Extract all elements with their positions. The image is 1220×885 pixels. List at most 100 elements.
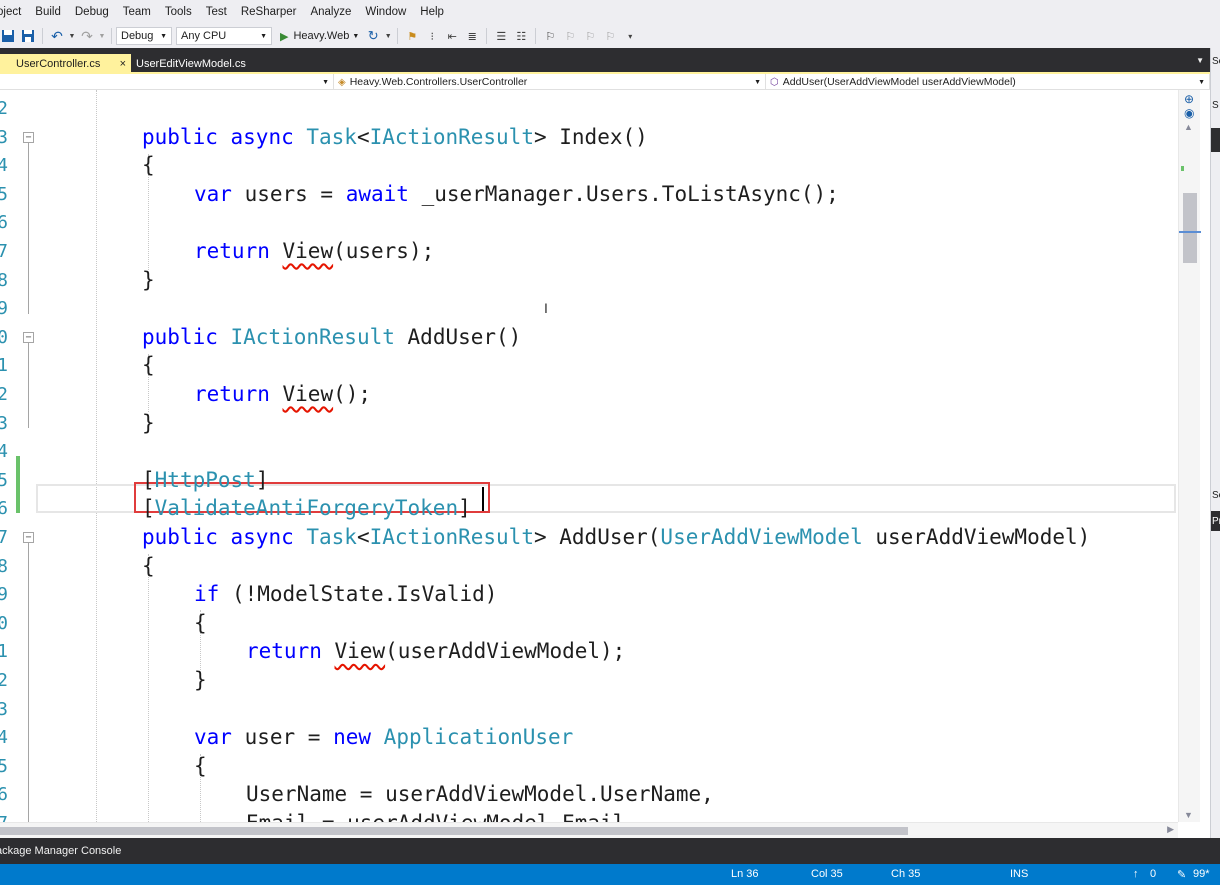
platform-select[interactable]: Any CPU ▼ bbox=[176, 27, 272, 45]
uncomment-icon[interactable]: ☷ bbox=[513, 28, 529, 44]
solution-explorer-label[interactable]: Se bbox=[1212, 56, 1220, 67]
comment-icon[interactable]: ☰ bbox=[493, 28, 509, 44]
code-line[interactable]: 5 var users = await _userManager.Users.To… bbox=[0, 180, 1178, 209]
redo-dropdown-icon[interactable]: ▼ bbox=[99, 28, 106, 44]
code-line[interactable]: 6 [ValidateAntiForgeryToken] bbox=[0, 494, 1178, 523]
menu-item-help[interactable]: Help bbox=[413, 0, 451, 24]
code-line[interactable]: 3 bbox=[0, 695, 1178, 724]
pencil-icon[interactable]: ✎ bbox=[1177, 868, 1186, 881]
pending-count[interactable]: 0 bbox=[1150, 868, 1156, 880]
format-icon[interactable]: ⁝ bbox=[424, 28, 440, 44]
properties-tab-label[interactable]: Pr bbox=[1212, 516, 1220, 527]
member-select[interactable]: ⬡ AddUser(UserAddViewModel userAddViewMo… bbox=[766, 74, 1210, 90]
code-line[interactable]: 7 Email = userAddViewModel.Email, bbox=[0, 809, 1178, 822]
code-token: UserName = userAddViewModel.UserName, bbox=[246, 782, 714, 807]
prev-bookmark-icon[interactable]: ⚐ bbox=[562, 28, 578, 44]
refresh-dropdown-icon[interactable]: ▼ bbox=[385, 28, 392, 44]
start-debugging-button[interactable]: ▶ Heavy.Web ▼ bbox=[276, 30, 363, 43]
code-line[interactable]: 8} bbox=[0, 266, 1178, 295]
properties-label[interactable]: Se bbox=[1212, 490, 1220, 501]
next-bookmark-icon[interactable]: ⚐ bbox=[582, 28, 598, 44]
code-line[interactable]: 7 − public async Task<IActionResult> AddUs… bbox=[0, 523, 1178, 552]
code-text: if (!ModelState.IsValid) bbox=[194, 580, 497, 609]
code-line[interactable]: 6 UserName = userAddViewModel.UserName, bbox=[0, 780, 1178, 809]
code-line[interactable]: 9 if (!ModelState.IsValid) bbox=[0, 580, 1178, 609]
code-line[interactable]: 5 [HttpPost] bbox=[0, 466, 1178, 495]
scroll-up-icon[interactable]: ▲ bbox=[1184, 122, 1193, 132]
horizontal-scrollbar[interactable]: ▶ bbox=[0, 822, 1178, 838]
menu-item-resharper[interactable]: ReSharper bbox=[234, 0, 304, 24]
menu-item-window[interactable]: Window bbox=[358, 0, 413, 24]
menu-item-tools[interactable]: Tools bbox=[158, 0, 199, 24]
menu-item-test[interactable]: Test bbox=[199, 0, 234, 24]
collapse-icon[interactable]: − bbox=[23, 331, 34, 343]
code-line[interactable]: 9 bbox=[0, 294, 1178, 323]
tab-list-dropdown-icon[interactable]: ▼ bbox=[1196, 56, 1204, 65]
menu-item-debug[interactable]: Debug bbox=[68, 0, 116, 24]
align-icon[interactable]: ⇤ bbox=[444, 28, 460, 44]
scroll-right-icon[interactable]: ▶ bbox=[1167, 824, 1174, 835]
run-target-label: Heavy.Web bbox=[293, 30, 350, 42]
code-editor[interactable]: I 2 3− public async Task<IActionResult> In… bbox=[0, 90, 1178, 822]
scrollbar-thumb[interactable] bbox=[1183, 193, 1197, 263]
vertical-scrollbar[interactable]: ⊕ ◉ ▲ ▼ bbox=[1178, 90, 1201, 822]
save-icon[interactable] bbox=[20, 28, 36, 44]
code-line[interactable]: 4{ bbox=[0, 151, 1178, 180]
configuration-select[interactable]: Debug ▼ bbox=[116, 27, 172, 45]
menu-item-project[interactable]: oject bbox=[0, 0, 28, 24]
redo-icon[interactable]: ↷ bbox=[79, 28, 95, 44]
toolbar-overflow-icon[interactable]: ▾ bbox=[622, 28, 638, 44]
find-icon[interactable]: ⚑ bbox=[404, 28, 420, 44]
scroll-down-icon[interactable]: ▼ bbox=[1184, 810, 1193, 820]
insert-mode[interactable]: INS bbox=[1010, 868, 1028, 880]
line-number: 4 bbox=[0, 155, 8, 177]
line-number: 3 bbox=[0, 698, 8, 720]
code-line[interactable]: 2 bbox=[0, 94, 1178, 123]
code-line[interactable]: 4 bbox=[0, 437, 1178, 466]
close-icon[interactable]: × bbox=[120, 58, 126, 70]
tab-user-controller[interactable]: UserController.cs × bbox=[0, 54, 131, 74]
publish-up-icon[interactable]: ↑ bbox=[1133, 868, 1139, 880]
code-line[interactable]: 5{ bbox=[0, 752, 1178, 781]
line-number: 5 bbox=[0, 755, 8, 777]
code-line[interactable]: 3 − public async Task<IActionResult> Index… bbox=[0, 123, 1178, 152]
code-line[interactable]: 1{ bbox=[0, 351, 1178, 380]
tab-user-edit-view-model[interactable]: UserEditViewModel.cs bbox=[131, 54, 251, 74]
code-line[interactable]: 2 return View(); bbox=[0, 380, 1178, 409]
code-line[interactable]: 7 return View(users); bbox=[0, 237, 1178, 266]
code-line[interactable]: 1 return View(userAddViewModel); bbox=[0, 637, 1178, 666]
code-line[interactable]: 0{ bbox=[0, 609, 1178, 638]
code-token: [ bbox=[142, 467, 155, 492]
line-number: 7 bbox=[0, 809, 8, 822]
project-select[interactable]: ▼ bbox=[0, 74, 334, 90]
menu-item-team[interactable]: Team bbox=[116, 0, 158, 24]
class-select[interactable]: ◈ Heavy.Web.Controllers.UserController ▼ bbox=[334, 74, 766, 90]
code-line[interactable]: 8{ bbox=[0, 552, 1178, 581]
zoom-level[interactable]: 99* bbox=[1193, 868, 1210, 880]
line-number: 9 bbox=[0, 584, 8, 606]
save-all-icon[interactable] bbox=[0, 28, 16, 44]
error-token: View bbox=[334, 639, 386, 664]
indent-icon[interactable]: ≣ bbox=[464, 28, 480, 44]
menu-item-analyze[interactable]: Analyze bbox=[303, 0, 358, 24]
split-icon[interactable]: ⊕ bbox=[1184, 92, 1194, 106]
collapse-icon[interactable]: − bbox=[23, 131, 34, 143]
code-line[interactable]: 0 − public IActionResult AddUser() bbox=[0, 323, 1178, 352]
scrollbar-thumb[interactable] bbox=[0, 827, 908, 835]
code-line[interactable]: 3} bbox=[0, 409, 1178, 438]
bookmark-icon[interactable]: ⚐ bbox=[542, 28, 558, 44]
code-token: AddUser() bbox=[407, 324, 522, 349]
refresh-icon[interactable]: ↻ bbox=[365, 28, 381, 44]
clear-bookmarks-icon[interactable]: ⚐ bbox=[602, 28, 618, 44]
play-icon: ▶ bbox=[280, 30, 289, 43]
tab-package-manager-console[interactable]: ackage Manager Console bbox=[0, 840, 127, 862]
search-label[interactable]: S bbox=[1212, 100, 1219, 111]
menu-item-build[interactable]: Build bbox=[28, 0, 68, 24]
collapse-icon[interactable]: − bbox=[23, 532, 34, 543]
code-line[interactable]: 6 bbox=[0, 208, 1178, 237]
undo-icon[interactable]: ↶ bbox=[49, 28, 65, 44]
undo-dropdown-icon[interactable]: ▼ bbox=[69, 28, 76, 44]
code-line[interactable]: 2} bbox=[0, 666, 1178, 695]
code-line[interactable]: 4 var user = new ApplicationUser bbox=[0, 723, 1178, 752]
code-token: users = bbox=[244, 181, 346, 206]
